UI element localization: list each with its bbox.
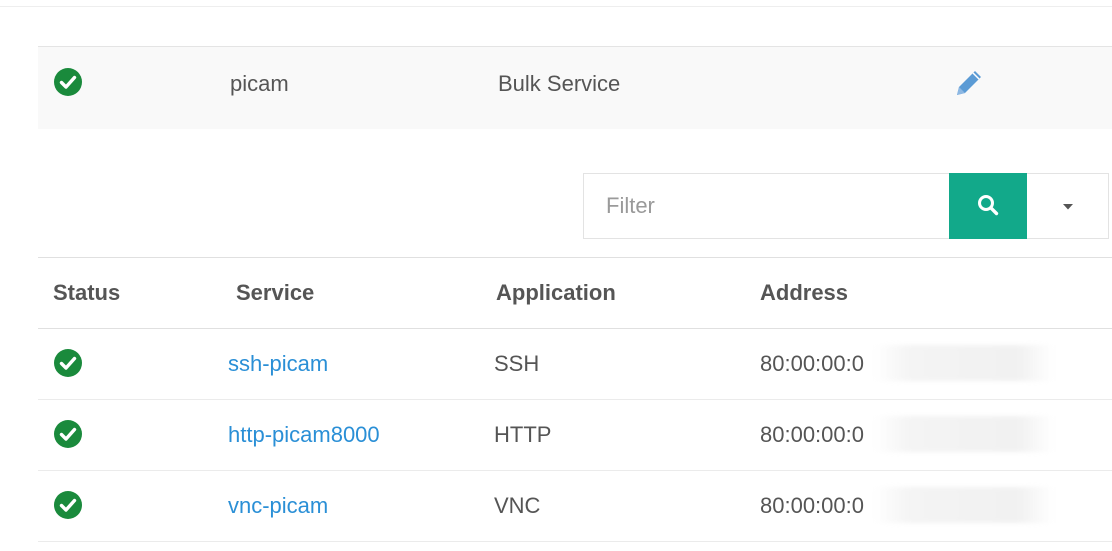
- table-header: Status Service Application Address: [38, 257, 1112, 329]
- redacted-region: [874, 416, 1054, 452]
- check-circle-icon: [53, 348, 83, 383]
- caret-down-icon: [1062, 199, 1074, 214]
- address-cell: 80:00:00:0: [760, 493, 864, 518]
- check-circle-icon: [53, 419, 83, 454]
- device-type: Bulk Service: [498, 71, 621, 96]
- device-row: picam Bulk Service: [38, 46, 1112, 129]
- address-cell: 80:00:00:0: [760, 351, 864, 376]
- search-icon: [977, 194, 999, 219]
- search-button[interactable]: [949, 173, 1027, 239]
- filter-input[interactable]: [583, 173, 949, 239]
- filter-dropdown-button[interactable]: [1027, 173, 1109, 239]
- header-status[interactable]: Status: [53, 280, 120, 306]
- redacted-region: [874, 487, 1054, 523]
- service-link[interactable]: ssh-picam: [228, 351, 328, 377]
- check-circle-icon: [53, 67, 83, 102]
- services-table: Status Service Application Address ssh-p…: [38, 257, 1112, 542]
- device-name: picam: [230, 71, 289, 96]
- address-cell: 80:00:00:0: [760, 422, 864, 447]
- service-link[interactable]: http-picam8000: [228, 422, 380, 448]
- header-application[interactable]: Application: [496, 280, 616, 306]
- application-cell: VNC: [494, 493, 541, 518]
- filter-group: [583, 173, 1109, 239]
- application-cell: HTTP: [494, 422, 552, 447]
- pencil-icon[interactable]: [951, 65, 987, 101]
- header-service[interactable]: Service: [236, 280, 314, 306]
- table-row: vnc-picam VNC 80:00:00:0: [38, 471, 1112, 542]
- application-cell: SSH: [494, 351, 540, 376]
- redacted-region: [874, 345, 1054, 381]
- top-divider: [0, 6, 1112, 7]
- header-address[interactable]: Address: [760, 280, 848, 306]
- table-row: http-picam8000 HTTP 80:00:00:0: [38, 400, 1112, 471]
- service-link[interactable]: vnc-picam: [228, 493, 328, 519]
- check-circle-icon: [53, 490, 83, 525]
- table-row: ssh-picam SSH 80:00:00:0: [38, 329, 1112, 400]
